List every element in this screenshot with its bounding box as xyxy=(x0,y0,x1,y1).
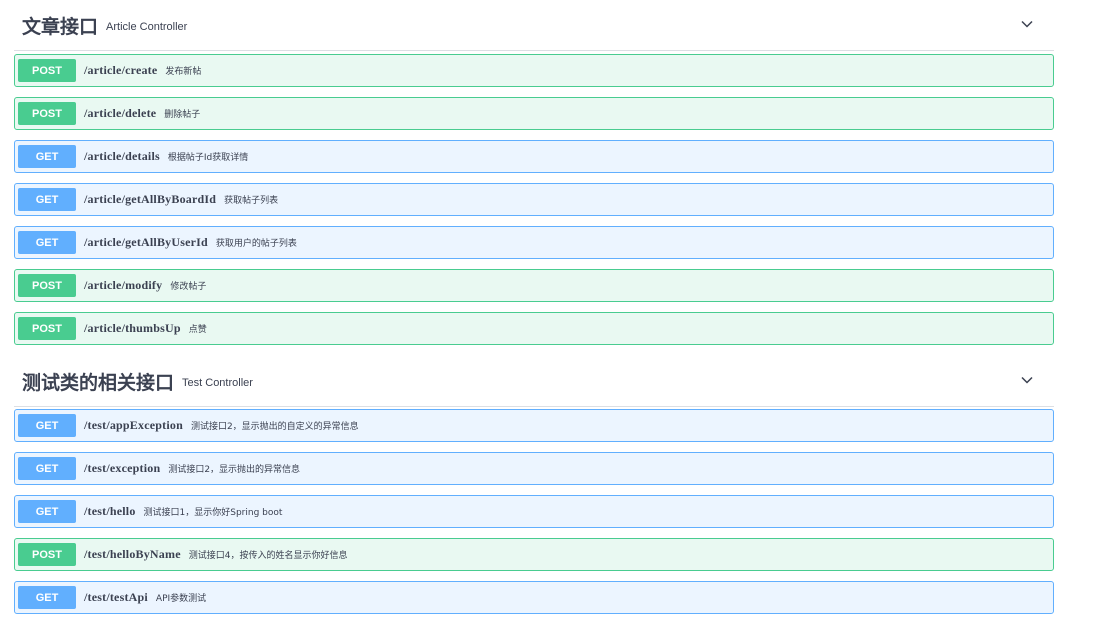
swagger-ui: 文章接口 Article Controller POST /article/cr… xyxy=(0,0,1108,643)
operation-path: /article/thumbsUp xyxy=(84,321,181,335)
tag-description: Test Controller xyxy=(182,376,253,389)
method-badge: POST xyxy=(18,59,76,82)
operation-test-testapi[interactable]: GET /test/testApi API参数测试 xyxy=(14,581,1054,614)
operation-summary: 测试接口1，显示你好Spring boot xyxy=(143,508,283,518)
operation-path: /test/hello xyxy=(84,504,136,518)
tag-title: 测试类的相关接口 xyxy=(22,371,175,394)
method-badge: GET xyxy=(18,231,76,254)
operation-summary: 修改帖子 xyxy=(170,282,207,292)
method-badge: POST xyxy=(18,102,76,125)
operation-article-modify[interactable]: POST /article/modify 修改帖子 xyxy=(14,269,1054,302)
operation-article-details[interactable]: GET /article/details 根据帖子Id获取详情 xyxy=(14,140,1054,173)
operation-path: /test/testApi xyxy=(84,590,148,604)
operation-article-delete[interactable]: POST /article/delete 删除帖子 xyxy=(14,97,1054,130)
method-badge: POST xyxy=(18,543,76,566)
operation-summary: 点赞 xyxy=(188,325,207,335)
operation-path: /test/appException xyxy=(84,418,183,432)
operation-path: /article/delete xyxy=(84,106,157,120)
method-badge: GET xyxy=(18,586,76,609)
method-badge: GET xyxy=(18,414,76,437)
tag-header-article[interactable]: 文章接口 Article Controller xyxy=(14,0,1054,51)
operation-article-getallbyuserid[interactable]: GET /article/getAllByUserId 获取用户的帖子列表 xyxy=(14,226,1054,259)
tag-description: Article Controller xyxy=(106,20,188,33)
method-badge: GET xyxy=(18,145,76,168)
operation-path: /article/getAllByUserId xyxy=(84,235,208,249)
operation-summary: 发布新帖 xyxy=(165,67,202,77)
operation-summary: 获取帖子列表 xyxy=(224,196,279,206)
operation-article-create[interactable]: POST /article/create 发布新帖 xyxy=(14,54,1054,87)
operation-path: /article/modify xyxy=(84,278,163,292)
method-badge: GET xyxy=(18,188,76,211)
operation-article-getallbyboardid[interactable]: GET /article/getAllByBoardId 获取帖子列表 xyxy=(14,183,1054,216)
method-badge: GET xyxy=(18,457,76,480)
operation-test-appexception[interactable]: GET /test/appException 测试接口2，显示抛出的自定义的异常… xyxy=(14,409,1054,442)
operation-summary: 根据帖子Id获取详情 xyxy=(167,153,249,163)
tag-title: 文章接口 xyxy=(22,15,99,38)
operation-path: /article/details xyxy=(84,149,160,163)
method-badge: GET xyxy=(18,500,76,523)
chevron-down-icon[interactable] xyxy=(1020,17,1034,31)
operation-summary: 测试接口2，显示抛出的自定义的异常信息 xyxy=(190,422,359,432)
operation-summary: API参数测试 xyxy=(155,594,207,604)
operation-path: /article/create xyxy=(84,63,158,77)
operation-article-thumbsup[interactable]: POST /article/thumbsUp 点赞 xyxy=(14,312,1054,345)
operation-summary: 测试接口2，显示抛出的异常信息 xyxy=(168,465,301,475)
operation-path: /test/helloByName xyxy=(84,547,181,561)
operation-test-hellobyname[interactable]: POST /test/helloByName 测试接口4，按传入的姓名显示你好信… xyxy=(14,538,1054,571)
operation-summary: 获取用户的帖子列表 xyxy=(215,239,297,249)
chevron-down-icon[interactable] xyxy=(1020,373,1034,387)
method-badge: POST xyxy=(18,274,76,297)
tag-header-test[interactable]: 测试类的相关接口 Test Controller xyxy=(14,356,1054,407)
operation-summary: 测试接口4，按传入的姓名显示你好信息 xyxy=(188,551,348,561)
operation-summary: 删除帖子 xyxy=(164,110,201,120)
operation-path: /test/exception xyxy=(84,461,161,475)
operation-path: /article/getAllByBoardId xyxy=(84,192,217,206)
method-badge: POST xyxy=(18,317,76,340)
operation-test-hello[interactable]: GET /test/hello 测试接口1，显示你好Spring boot xyxy=(14,495,1054,528)
operation-test-exception[interactable]: GET /test/exception 测试接口2，显示抛出的异常信息 xyxy=(14,452,1054,485)
tag-section-article: 文章接口 Article Controller POST /article/cr… xyxy=(14,0,1054,345)
tag-section-test: 测试类的相关接口 Test Controller GET /test/appEx… xyxy=(14,356,1054,614)
